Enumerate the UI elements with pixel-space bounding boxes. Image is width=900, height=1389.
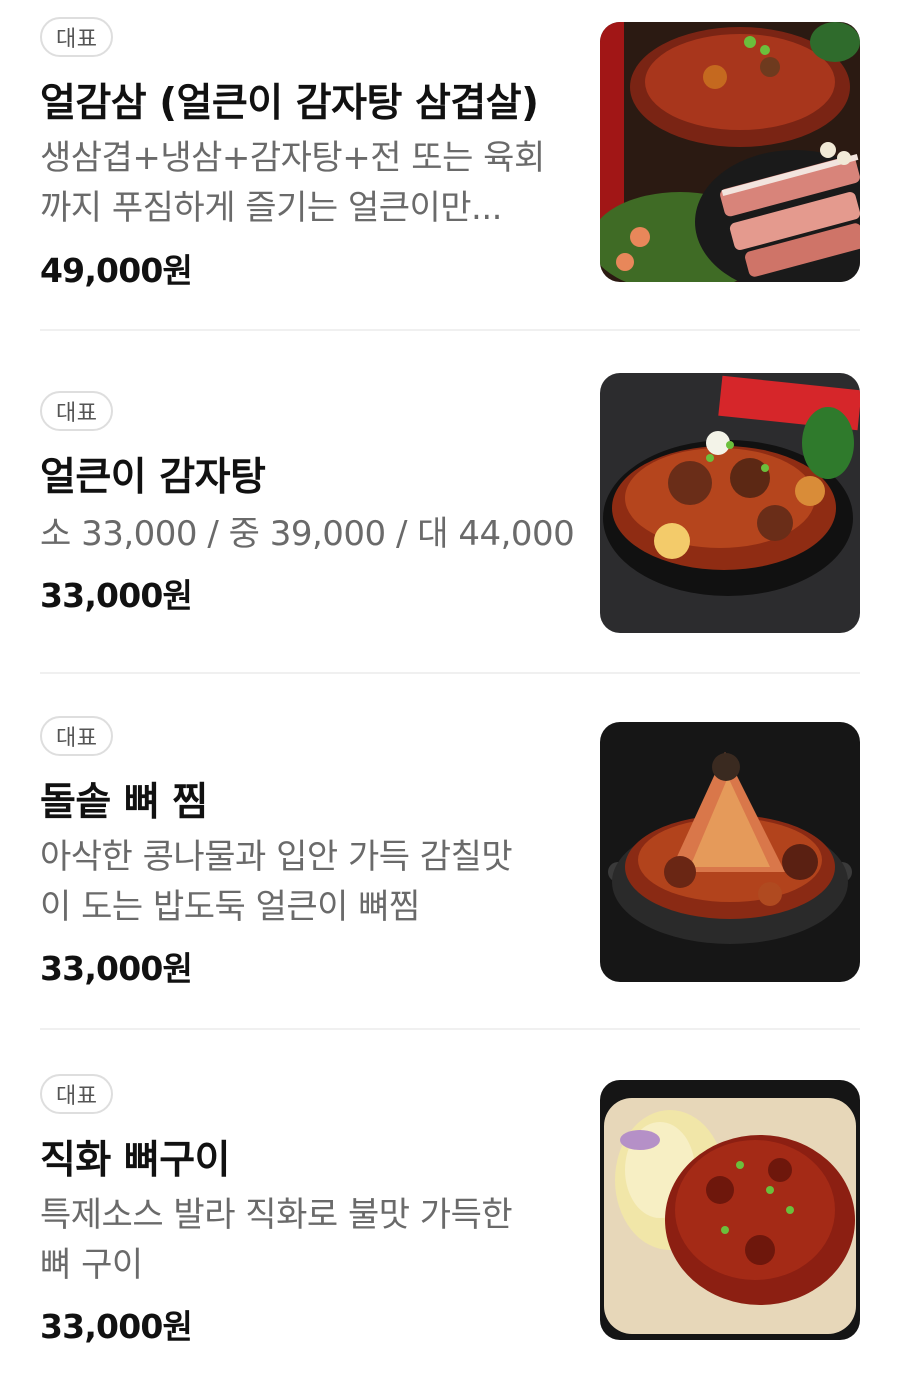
- food-photo-icon: [600, 373, 860, 633]
- menu-item[interactable]: 대표 직화 뼈구이 특제소스 발라 직화로 불맛 가득한 뼈 구이 33,000…: [0, 1030, 900, 1389]
- description-line: 생삼겹+냉삼+감자탕+전 또는 육회: [40, 138, 545, 178]
- menu-item-photo[interactable]: [600, 22, 860, 282]
- food-photo-icon: [600, 22, 860, 282]
- menu-item-photo[interactable]: [600, 373, 860, 633]
- description-line: 뼈 구이: [40, 1245, 143, 1285]
- signature-badge: 대표: [40, 716, 114, 756]
- menu-item-description: 소 33,000 / 중 39,000 / 대 44,000: [40, 509, 575, 559]
- description-line: 아삭한 콩나물과 입안 가득 감칠맛: [40, 837, 513, 877]
- menu-item[interactable]: 대표 얼감삼 (얼큰이 감자탕 삼겹살) 생삼겹+냉삼+감자탕+전 또는 육회 …: [0, 0, 900, 330]
- food-photo-icon: [600, 722, 860, 982]
- description-line: 이 도는 밥도둑 얼큰이 뼈찜: [40, 887, 420, 927]
- signature-badge: 대표: [40, 391, 114, 431]
- description-line: 까지 푸짐하게 즐기는 얼큰이만...: [40, 188, 503, 228]
- menu-item-description: 특제소스 발라 직화로 불맛 가득한 뼈 구이: [40, 1190, 570, 1290]
- signature-badge: 대표: [40, 1074, 114, 1114]
- menu-item-photo[interactable]: [600, 1080, 860, 1340]
- menu-item[interactable]: 대표 얼큰이 감자탕 소 33,000 / 중 39,000 / 대 44,00…: [0, 331, 900, 673]
- menu-item-price: 49,000원: [40, 251, 193, 290]
- menu-item-title[interactable]: 얼감삼 (얼큰이 감자탕 삼겹살): [40, 72, 539, 128]
- menu-item-price: 33,000원: [40, 949, 193, 988]
- menu-item-title[interactable]: 직화 뼈구이: [40, 1129, 230, 1185]
- menu-item[interactable]: 대표 돌솥 뼈 찜 아삭한 콩나물과 입안 가득 감칠맛 이 도는 밥도둑 얼큰…: [0, 674, 900, 1028]
- menu-item-title[interactable]: 얼큰이 감자탕: [40, 446, 266, 502]
- menu-item-description: 아삭한 콩나물과 입안 가득 감칠맛 이 도는 밥도둑 얼큰이 뼈찜: [40, 832, 570, 932]
- signature-badge: 대표: [40, 17, 114, 57]
- food-photo-icon: [600, 1080, 860, 1340]
- description-line: 소 33,000 / 중 39,000 / 대 44,000: [40, 514, 575, 554]
- menu-item-description: 생삼겹+냉삼+감자탕+전 또는 육회 까지 푸짐하게 즐기는 얼큰이만...: [40, 133, 570, 233]
- menu-list: 대표 얼감삼 (얼큰이 감자탕 삼겹살) 생삼겹+냉삼+감자탕+전 또는 육회 …: [0, 0, 900, 1389]
- menu-item-price: 33,000원: [40, 1307, 193, 1346]
- description-line: 특제소스 발라 직화로 불맛 가득한: [40, 1195, 513, 1235]
- menu-item-photo[interactable]: [600, 722, 860, 982]
- menu-item-price: 33,000원: [40, 576, 193, 615]
- menu-item-title[interactable]: 돌솥 뼈 찜: [40, 771, 208, 827]
